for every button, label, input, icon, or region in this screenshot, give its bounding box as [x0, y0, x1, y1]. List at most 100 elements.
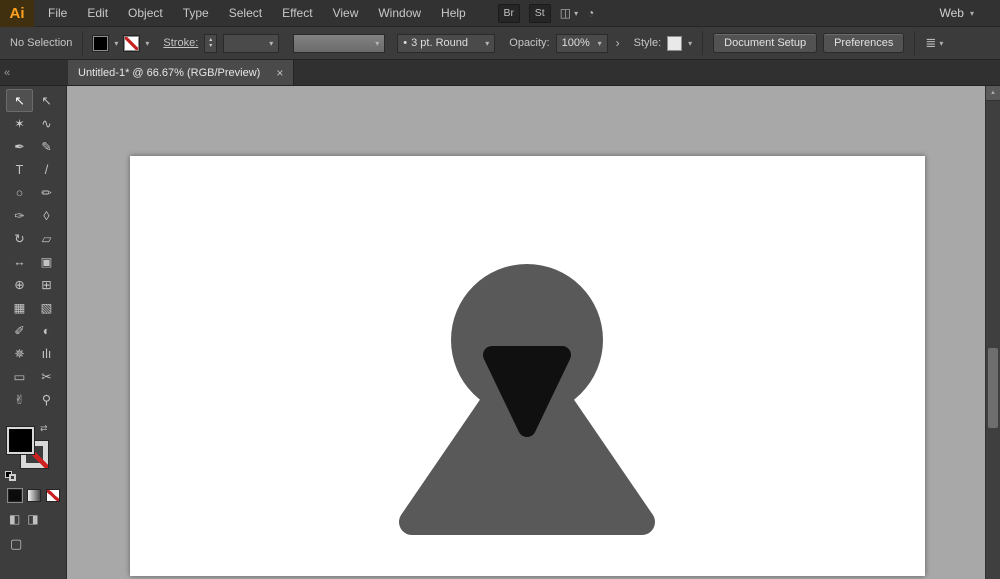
paintbrush-tool[interactable]: ✏: [33, 181, 60, 204]
document-tab[interactable]: Untitled-1* @ 66.67% (RGB/Preview) ×: [68, 60, 294, 85]
content-area: ↖↖✶∿✒✎T/○✏✑◊↻▱↔▣⊕⊞▦▧✐◐✵ılı▭✂✌⚲ ⇄ ◧ ◨ ▢: [0, 86, 1000, 579]
style-panel-badge[interactable]: St: [529, 4, 551, 23]
line-segment-tool[interactable]: /: [33, 158, 60, 181]
vertical-scrollbar[interactable]: ▲: [985, 86, 1000, 579]
preferences-button[interactable]: Preferences: [823, 33, 904, 53]
align-control[interactable]: ≣ ▾: [925, 35, 943, 51]
document-setup-button[interactable]: Document Setup: [713, 33, 817, 53]
chevron-down-icon: ▾: [574, 9, 578, 18]
slice-tool[interactable]: ✂: [33, 365, 60, 388]
stroke-color-swatch[interactable]: [124, 36, 139, 51]
screen-mode-control: ▢: [10, 536, 22, 552]
fill-swatch[interactable]: [7, 427, 34, 454]
swap-fill-stroke-icon[interactable]: ⇄: [40, 423, 48, 434]
hand-tool[interactable]: ✌: [6, 388, 33, 411]
free-transform-tool[interactable]: ▣: [33, 250, 60, 273]
curvature-tool[interactable]: ✎: [33, 135, 60, 158]
gradient-mode-button[interactable]: [27, 489, 41, 502]
shaper-tool[interactable]: ✑: [6, 204, 33, 227]
chevron-down-icon: ▾: [970, 9, 974, 18]
scrollbar-thumb[interactable]: [988, 348, 998, 428]
artwork-svg: [130, 156, 925, 576]
gradient-tool[interactable]: ▧: [33, 296, 60, 319]
control-bar: No Selection ▾ ▾ Stroke: ▴ ▾ ▾ ▾ • 3 pt.…: [0, 27, 1000, 60]
rotate-tool[interactable]: ↻: [6, 227, 33, 250]
close-icon[interactable]: ×: [276, 66, 283, 80]
menu-window[interactable]: Window: [368, 0, 431, 27]
menu-object[interactable]: Object: [118, 0, 173, 27]
pen-tool[interactable]: ✒: [6, 135, 33, 158]
style-label: Style:: [634, 37, 662, 49]
workspace-label: Web: [940, 6, 964, 20]
shape-builder-tool[interactable]: ⊕: [6, 273, 33, 296]
opacity-dropdown[interactable]: 100% ▾: [556, 34, 608, 53]
scroll-up-button[interactable]: ▲: [986, 86, 1000, 101]
style-caret-icon[interactable]: ▾: [688, 39, 692, 48]
app-logo[interactable]: Ai: [0, 0, 34, 27]
artboard-tool[interactable]: ▭: [6, 365, 33, 388]
paint-mode-buttons: [8, 489, 60, 502]
column-graph-tool[interactable]: ılı: [33, 342, 60, 365]
menu-items: FileEditObjectTypeSelectEffectViewWindow…: [38, 0, 476, 27]
fill-caret-icon[interactable]: ▾: [114, 39, 118, 48]
eraser-tool[interactable]: ◊: [33, 204, 60, 227]
stepper-down-icon[interactable]: ▾: [209, 43, 212, 49]
brush-panel-badge[interactable]: Br: [498, 4, 520, 23]
workspace-switcher[interactable]: Web ▾: [940, 6, 974, 20]
screen-mode-icon[interactable]: ▢: [10, 536, 22, 551]
zoom-tool[interactable]: ⚲: [33, 388, 60, 411]
chevron-down-icon: ▾: [485, 39, 489, 48]
lasso-tool[interactable]: ∿: [33, 112, 60, 135]
variable-width-profile-dropdown[interactable]: ▾: [293, 34, 385, 53]
mesh-tool[interactable]: ▦: [6, 296, 33, 319]
draw-normal-icon[interactable]: ◧: [9, 512, 20, 526]
width-tool[interactable]: ↔: [6, 250, 33, 273]
fill-color-swatch[interactable]: [93, 36, 108, 51]
artboard[interactable]: [130, 156, 925, 576]
blend-tool[interactable]: ◐: [33, 319, 60, 342]
stroke-panel-link[interactable]: Stroke:: [163, 37, 198, 49]
menu-edit[interactable]: Edit: [77, 0, 118, 27]
toolbar-collapse-zone: «: [0, 60, 68, 85]
document-tab-title: Untitled-1* @ 66.67% (RGB/Preview): [78, 67, 260, 79]
divider: [82, 31, 83, 55]
magic-wand-tool[interactable]: ✶: [6, 112, 33, 135]
menubar-quick-panels: Br St ◫ ▾ ◔: [498, 4, 595, 23]
type-tool[interactable]: T: [6, 158, 33, 181]
stroke-weight-dropdown[interactable]: ▾: [223, 34, 279, 53]
none-mode-button[interactable]: [46, 489, 60, 502]
selection-tool[interactable]: ↖: [6, 89, 33, 112]
stroke-weight-stepper[interactable]: ▴ ▾: [204, 34, 217, 53]
stroke-caret-icon[interactable]: ▾: [145, 39, 149, 48]
collapse-panel-icon[interactable]: «: [4, 67, 10, 79]
menu-file[interactable]: File: [38, 0, 77, 27]
drawing-mode-buttons: ◧ ◨: [9, 512, 39, 526]
tool-grid: ↖↖✶∿✒✎T/○✏✑◊↻▱↔▣⊕⊞▦▧✐◐✵ılı▭✂✌⚲: [6, 89, 60, 411]
app-extras-control[interactable]: ◔: [587, 6, 594, 20]
scale-tool[interactable]: ▱: [33, 227, 60, 250]
draw-behind-icon[interactable]: ◨: [27, 512, 38, 526]
opacity-panel-chevron-icon[interactable]: ›: [616, 36, 620, 50]
perspective-grid-tool[interactable]: ⊞: [33, 273, 60, 296]
divider: [702, 31, 703, 55]
direct-selection-tool[interactable]: ↖: [33, 89, 60, 112]
selection-status: No Selection: [10, 37, 72, 49]
menu-view[interactable]: View: [323, 0, 369, 27]
default-fill-stroke-icon[interactable]: [5, 471, 17, 481]
graphic-style-swatch[interactable]: [667, 36, 682, 51]
opacity-value: 100%: [562, 37, 590, 49]
menu-effect[interactable]: Effect: [272, 0, 322, 27]
menu-help[interactable]: Help: [431, 0, 476, 27]
menu-type[interactable]: Type: [173, 0, 219, 27]
chevron-down-icon: ▾: [375, 39, 379, 48]
menu-select[interactable]: Select: [219, 0, 272, 27]
brush-definition-value: 3 pt. Round: [411, 37, 468, 49]
opacity-label: Opacity:: [509, 37, 549, 49]
symbol-sprayer-tool[interactable]: ✵: [6, 342, 33, 365]
eyedropper-tool[interactable]: ✐: [6, 319, 33, 342]
arrange-documents-control[interactable]: ◫ ▾: [560, 6, 578, 20]
brush-definition-dropdown[interactable]: • 3 pt. Round ▾: [397, 34, 495, 53]
color-mode-button[interactable]: [8, 489, 22, 502]
shape-tool[interactable]: ○: [6, 181, 33, 204]
arrange-documents-icon: ◫: [560, 6, 571, 20]
